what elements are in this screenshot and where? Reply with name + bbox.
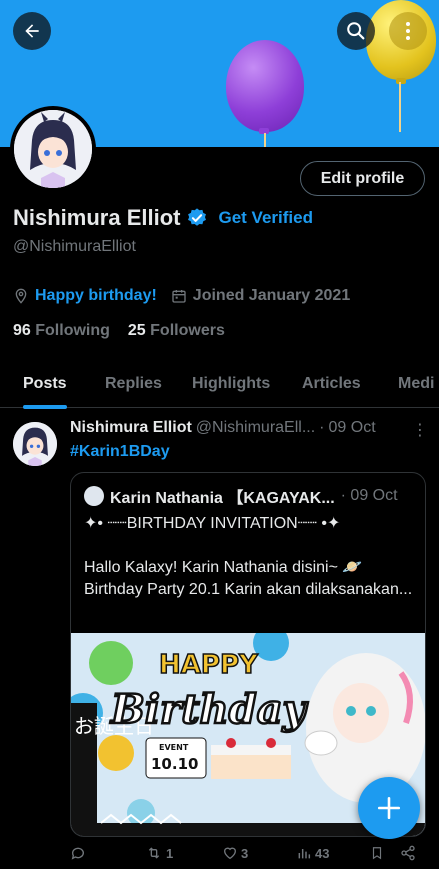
tab-articles[interactable]: Articles (302, 360, 361, 408)
heart-icon (223, 847, 237, 860)
repost-count: 1 (166, 845, 174, 861)
event-date: 10.10 (151, 755, 198, 773)
reply-icon (71, 847, 84, 860)
tab-replies[interactable]: Replies (105, 360, 162, 408)
profile-name-row: Nishimura Elliot Get Verified (13, 205, 313, 231)
post-more-icon[interactable]: ⋮ (412, 420, 428, 440)
display-name: Nishimura Elliot (13, 205, 181, 230)
verified-badge-icon (188, 208, 207, 226)
post-author-handle: @NishimuraEll... (195, 419, 316, 436)
balloon-string (264, 133, 266, 147)
following-link[interactable]: 96 Following (13, 322, 110, 340)
share-button[interactable] (400, 845, 416, 861)
search-icon (347, 22, 365, 40)
location-pin-icon (15, 288, 27, 304)
back-button[interactable] (13, 12, 51, 50)
tab-posts[interactable]: Posts (23, 360, 67, 409)
quote-line-body: Hallo Kalaxy! Karin Nathania disini~ 🪐 B… (84, 559, 413, 598)
post-date: 09 Oct (328, 419, 376, 436)
quote-line-title: ✦• ┈┈BIRTHDAY INVITATION┈┈ •✦ (84, 515, 341, 532)
following-label: Following (35, 322, 110, 339)
birthday-text: Birthday (110, 686, 309, 733)
reply-button[interactable] (70, 845, 89, 861)
quote-header: Karin Nathania 【KAGAYAK... · 09 Oct (84, 484, 398, 508)
arrow-left-icon (25, 24, 39, 38)
followers-count: 25 (127, 322, 146, 339)
tab-highlights[interactable]: Highlights (192, 360, 270, 408)
followers-label: Followers (150, 322, 225, 339)
get-verified-link[interactable]: Get Verified (218, 208, 312, 228)
profile-meta: Happy birthday! Joined January 2021 (13, 287, 350, 305)
quote-date: · 09 Oct (340, 487, 398, 504)
profile-avatar[interactable] (10, 106, 96, 192)
calendar-icon (172, 290, 186, 303)
edit-profile-button[interactable]: Edit profile (300, 161, 425, 196)
more-vertical-icon (406, 22, 410, 40)
balloon-knot (396, 78, 406, 84)
repost-icon (148, 847, 160, 859)
balloon-string (399, 82, 401, 132)
followers-link[interactable]: 25 Followers (128, 322, 225, 340)
post-author-avatar[interactable] (13, 422, 57, 466)
post-actions: 1 3 43 (0, 843, 439, 869)
happy-text: HAPPY (159, 650, 259, 680)
following-count: 96 (13, 322, 31, 339)
like-count: 3 (241, 845, 249, 861)
follow-stats: 96 Following 25 Followers (13, 322, 225, 340)
avatar-image (14, 110, 92, 188)
views-chart-icon (298, 849, 311, 859)
like-button[interactable]: 3 (222, 845, 248, 861)
share-icon (401, 845, 415, 861)
repost-button[interactable]: 1 (145, 845, 173, 861)
more-options-button[interactable] (389, 12, 427, 50)
views-count: 43 (315, 845, 330, 861)
event-label: EVENT (159, 743, 189, 752)
bookmark-button[interactable] (370, 845, 384, 861)
tab-media[interactable]: Medi (398, 360, 434, 408)
post-separator: · (319, 419, 325, 436)
quote-author-avatar (84, 486, 104, 506)
join-date: Joined January 2021 (192, 287, 351, 304)
plus-icon (377, 796, 401, 820)
profile-tabs: Posts Replies Highlights Articles Medi (0, 360, 439, 409)
compose-button[interactable] (358, 777, 420, 839)
search-button[interactable] (337, 12, 375, 50)
purple-balloon-image (226, 40, 304, 132)
post-header: Nishimura Elliot @NishimuraEll... · 09 O… (70, 419, 376, 437)
post-hashtag[interactable]: #Karin1BDay (70, 443, 170, 461)
profile-handle: @NishimuraElliot (13, 238, 136, 255)
quote-author-name: Karin Nathania 【KAGAYAK... (110, 490, 335, 507)
bookmark-icon (372, 847, 382, 860)
post-author-name[interactable]: Nishimura Elliot (70, 419, 192, 437)
quote-text: ✦• ┈┈BIRTHDAY INVITATION┈┈ •✦ Hallo Kala… (84, 513, 414, 623)
views-button[interactable]: 43 (296, 845, 329, 861)
profile-location[interactable]: Happy birthday! (35, 287, 157, 305)
